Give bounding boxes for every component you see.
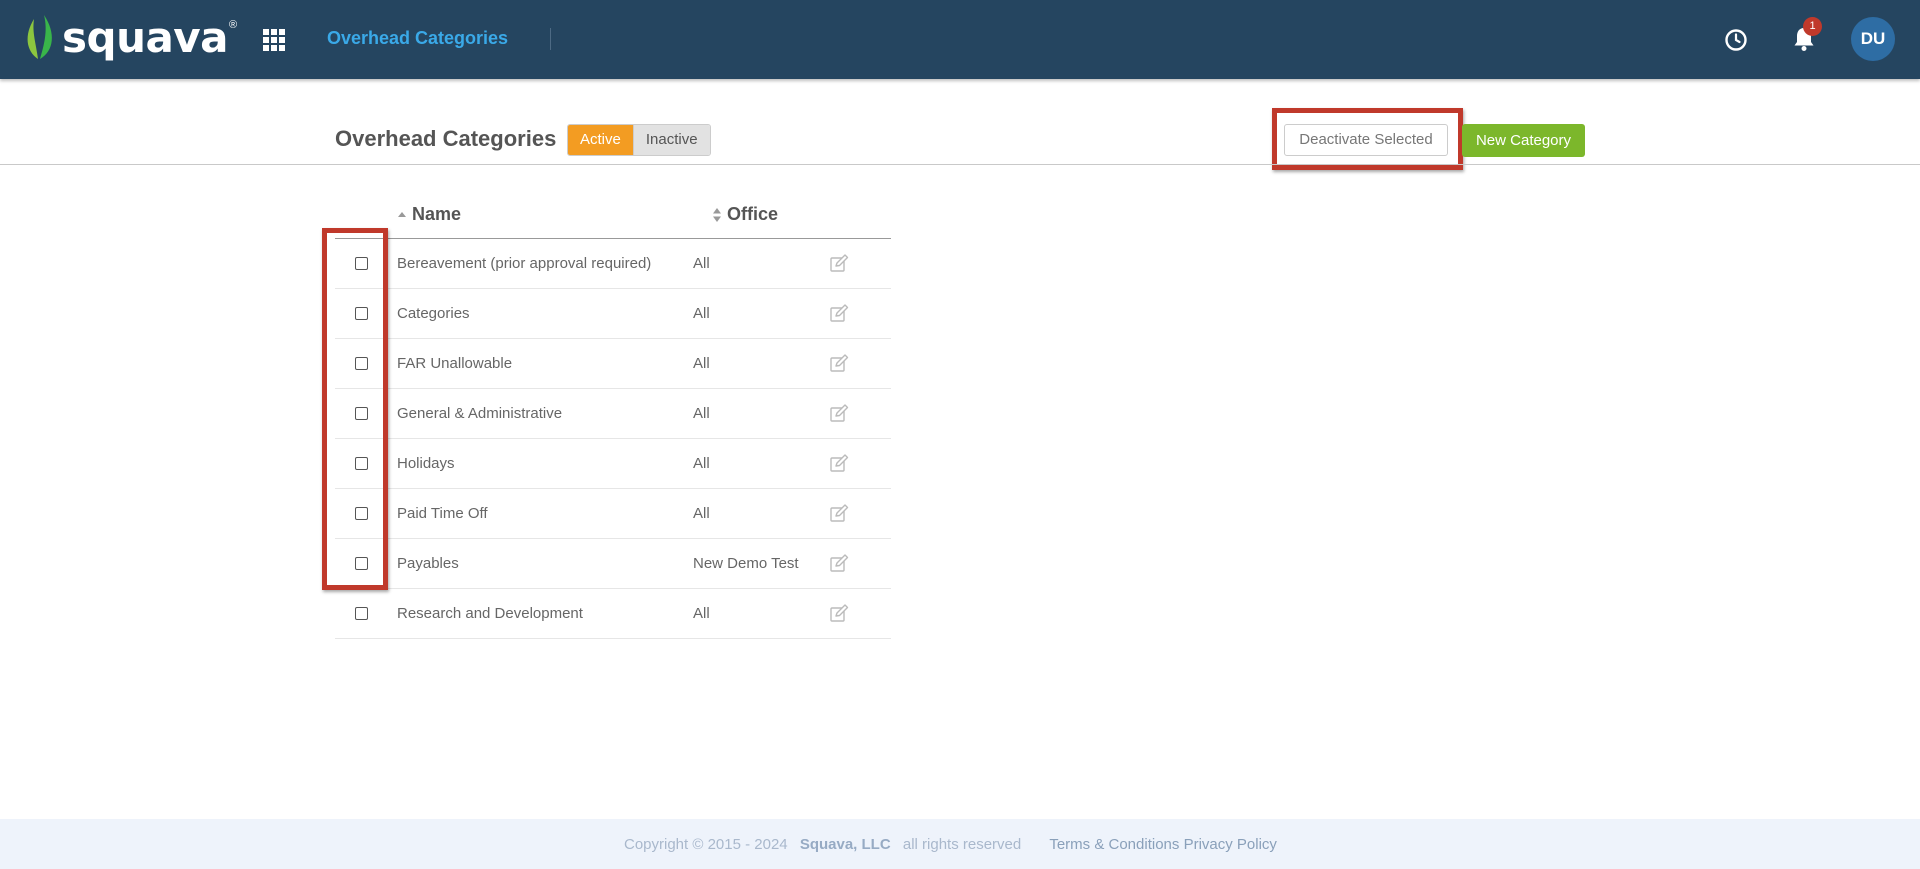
column-header-name-label: Name [412, 204, 462, 224]
row-name: Payables [397, 555, 459, 572]
table-row: FAR Unallowable All [335, 339, 891, 389]
section-title[interactable]: Overhead Categories [327, 28, 508, 49]
brand-name: squava [62, 12, 229, 62]
row-office: All [693, 505, 710, 522]
column-header-office[interactable]: Office [712, 204, 778, 225]
row-checkbox[interactable] [355, 607, 368, 620]
row-name: Holidays [397, 455, 455, 472]
table-row: Categories All [335, 289, 891, 339]
row-name: Paid Time Off [397, 505, 488, 522]
brand-registered-mark: ® [229, 19, 238, 31]
edit-icon[interactable] [830, 354, 849, 372]
footer-content: Copyright © 2015 - 2024 Squava, LLC all … [624, 836, 1277, 853]
edit-icon[interactable] [830, 304, 849, 322]
status-toggle: Active Inactive [567, 124, 711, 156]
row-office: All [693, 605, 710, 622]
edit-icon[interactable] [830, 504, 849, 522]
leaf-logo-icon [27, 15, 52, 59]
row-office: All [693, 455, 710, 472]
row-office: New Demo Test [693, 555, 799, 572]
apps-grid-icon[interactable] [263, 29, 285, 51]
footer: Copyright © 2015 - 2024 Squava, LLC all … [0, 819, 1920, 869]
row-office: All [693, 355, 710, 372]
row-name: General & Administrative [397, 405, 563, 422]
row-office: All [693, 255, 710, 272]
row-name: FAR Unallowable [397, 355, 513, 372]
nav-divider [550, 28, 551, 50]
column-header-office-label: Office [727, 204, 779, 224]
row-office: All [693, 405, 710, 422]
column-header-name[interactable]: Name [397, 204, 461, 225]
page-title: Overhead Categories [335, 126, 557, 151]
table-row: General & Administrative All [335, 389, 891, 439]
table-row: Bereavement (prior approval required) Al… [335, 239, 891, 289]
clock-icon[interactable] [1724, 28, 1748, 52]
table-row: Research and Development All [335, 589, 891, 639]
table-row: Payables New Demo Test [335, 539, 891, 589]
toggle-active-button[interactable]: Active [568, 125, 633, 155]
row-office: All [693, 305, 710, 322]
edit-icon[interactable] [830, 404, 849, 422]
deactivate-highlight-box [1272, 108, 1463, 170]
table-body: Bereavement (prior approval required) Al… [335, 239, 891, 639]
header-divider [0, 164, 1920, 165]
footer-privacy-link[interactable]: Privacy Policy [1184, 836, 1277, 853]
table-header: Name Office [335, 196, 891, 239]
checkbox-highlight-box [322, 228, 388, 590]
user-avatar[interactable]: DU [1851, 17, 1895, 61]
top-navbar: squava ® Overhead Categories 1 DU [0, 0, 1920, 79]
edit-icon[interactable] [830, 554, 849, 572]
row-name: Bereavement (prior approval required) [397, 255, 652, 272]
table-row: Paid Time Off All [335, 489, 891, 539]
edit-icon[interactable] [830, 454, 849, 472]
sort-asc-icon [398, 211, 406, 217]
footer-terms-link[interactable]: Terms & Conditions [1049, 836, 1179, 853]
footer-company-link[interactable]: Squava, LLC [800, 836, 891, 853]
notification-badge: 1 [1803, 17, 1822, 36]
new-category-button[interactable]: New Category [1462, 124, 1585, 157]
edit-icon[interactable] [830, 604, 849, 622]
table-row: Holidays All [335, 439, 891, 489]
brand-logo[interactable]: squava ® [24, 12, 237, 62]
footer-copyright: Copyright © 2015 - 2024 [624, 836, 788, 853]
row-name: Categories [397, 305, 470, 322]
categories-table: Name Office Bereavement (prior approval … [335, 196, 891, 639]
row-name: Research and Development [397, 605, 583, 622]
toggle-inactive-button[interactable]: Inactive [632, 125, 710, 155]
edit-icon[interactable] [830, 254, 849, 272]
sort-both-icon [713, 207, 721, 222]
footer-rights: all rights reserved [902, 836, 1022, 853]
